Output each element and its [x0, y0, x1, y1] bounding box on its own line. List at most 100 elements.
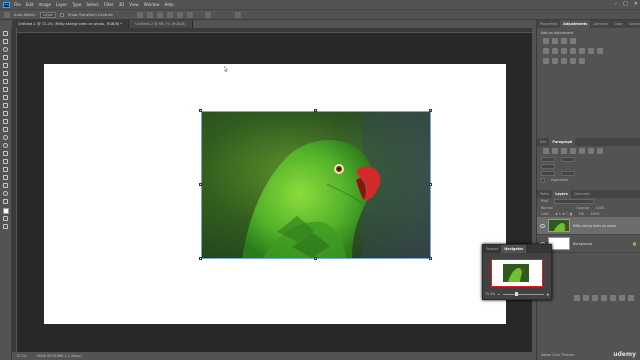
quick-mask-tool[interactable] — [2, 215, 9, 222]
minimize-icon[interactable]: – — [615, 1, 618, 7]
tab-paths[interactable]: Paths — [537, 190, 552, 198]
menu-view[interactable]: View — [129, 2, 139, 7]
dodge-tool[interactable] — [2, 142, 9, 149]
brush-tool[interactable] — [2, 94, 9, 101]
transform-handle-tl[interactable] — [199, 109, 202, 112]
screen-mode-tool[interactable] — [2, 223, 9, 230]
gradient-tool[interactable] — [2, 126, 9, 133]
layer-row[interactable]: Background 🔒 — [537, 235, 640, 253]
levels-icon[interactable] — [552, 38, 558, 44]
more-tools[interactable] — [2, 198, 9, 205]
selective-color-icon[interactable] — [579, 58, 585, 64]
tab-properties[interactable]: Properties — [537, 20, 560, 28]
tab-navigator[interactable]: Navigator — [501, 245, 527, 253]
hand-tool[interactable] — [2, 182, 9, 189]
blend-mode-dropdown[interactable]: Normal — [541, 206, 553, 210]
type-tool[interactable] — [2, 158, 9, 165]
frame-tool[interactable] — [2, 70, 9, 77]
indent-left-field[interactable] — [541, 157, 555, 162]
posterize-icon[interactable] — [552, 58, 558, 64]
justify-last-left-icon[interactable] — [570, 148, 576, 154]
invert-icon[interactable] — [543, 58, 549, 64]
adjustment-layer-icon[interactable] — [601, 295, 607, 301]
brightness-contrast-icon[interactable] — [543, 38, 549, 44]
menu-type[interactable]: Type — [72, 2, 81, 7]
document-area[interactable] — [12, 28, 532, 352]
tab-shapes[interactable]: Shapes — [483, 245, 501, 253]
menu-image[interactable]: Image — [38, 2, 51, 7]
transform-handle-br[interactable] — [429, 257, 432, 260]
new-layer-icon[interactable] — [619, 295, 625, 301]
lock-icons[interactable]: ▪ ✎ ✥ ⛶ 🔒 — [555, 212, 573, 216]
tab-untitled-2[interactable]: Untitled-2 @ 66.7% (RGB/8) — [129, 20, 193, 28]
align-top-icon[interactable] — [166, 11, 173, 18]
auto-select-label[interactable]: Auto-Select: — [14, 13, 36, 17]
mask-icon[interactable] — [592, 295, 598, 301]
move-tool-icon[interactable] — [4, 11, 10, 18]
menu-help[interactable]: Help — [164, 2, 173, 7]
transform-handle-tm[interactable] — [314, 109, 317, 112]
zoom-out-icon[interactable]: ▴ — [498, 292, 500, 296]
filter-icons[interactable] — [554, 199, 595, 204]
eraser-tool[interactable] — [2, 118, 9, 125]
vibrance-icon[interactable] — [543, 48, 549, 54]
menu-file[interactable]: File — [14, 2, 21, 7]
align-center-text-icon[interactable] — [552, 148, 558, 154]
distribute-icon[interactable] — [204, 11, 211, 18]
3d-mode-icon[interactable] — [234, 11, 241, 18]
move-tool[interactable] — [2, 30, 9, 37]
align-right-icon[interactable] — [156, 11, 163, 18]
justify-last-right-icon[interactable] — [588, 148, 594, 154]
menu-filter[interactable]: Filter — [104, 2, 114, 7]
tab-untitled-1[interactable]: Untitled-1 @ 72.2% (Milky taking birds o… — [12, 20, 130, 28]
tab-libraries[interactable]: Libraries — [590, 20, 611, 28]
align-left-icon[interactable] — [136, 11, 143, 18]
photo-filter-icon[interactable] — [579, 48, 585, 54]
quick-select-tool[interactable] — [2, 54, 9, 61]
lasso-tool[interactable] — [2, 46, 9, 53]
fill-value[interactable]: 100% — [590, 212, 599, 216]
close-icon[interactable]: ✕ — [634, 1, 638, 7]
path-select-tool[interactable] — [2, 166, 9, 173]
history-brush-tool[interactable] — [2, 110, 9, 117]
transform-checkbox[interactable] — [60, 12, 65, 17]
marquee-tool[interactable] — [2, 38, 9, 45]
curves-icon[interactable] — [561, 38, 567, 44]
tab-info[interactable]: Info — [537, 138, 549, 146]
crop-tool[interactable] — [2, 62, 9, 69]
space-before-field[interactable] — [541, 171, 555, 176]
gradient-map-icon[interactable] — [570, 58, 576, 64]
channel-mixer-icon[interactable] — [588, 48, 594, 54]
adobe-color-themes-tab[interactable]: Adobe Color Themes — [541, 353, 574, 357]
healing-tool[interactable] — [2, 86, 9, 93]
transform-handle-bm[interactable] — [314, 257, 317, 260]
tab-layers[interactable]: Layers — [552, 190, 571, 198]
layer-row[interactable]: Milky taking birds on photo — [537, 217, 640, 235]
vertical-ruler[interactable] — [12, 28, 17, 352]
stamp-tool[interactable] — [2, 102, 9, 109]
kind-filter-label[interactable]: Kind — [541, 199, 548, 204]
align-right-text-icon[interactable] — [561, 148, 567, 154]
exposure-icon[interactable] — [570, 38, 576, 44]
canvas[interactable] — [44, 64, 506, 324]
link-layers-icon[interactable] — [574, 295, 580, 301]
eyedropper-tool[interactable] — [2, 78, 9, 85]
tab-channels[interactable]: Channels — [571, 190, 593, 198]
align-center-icon[interactable] — [146, 11, 153, 18]
space-after-field[interactable] — [561, 171, 575, 176]
hue-saturation-icon[interactable] — [552, 48, 558, 54]
blur-tool[interactable] — [2, 134, 9, 141]
transform-handle-tr[interactable] — [429, 109, 432, 112]
visibility-eye-icon[interactable] — [540, 223, 545, 228]
pen-tool[interactable] — [2, 150, 9, 157]
menu-select[interactable]: Select — [86, 2, 98, 7]
shape-tool[interactable] — [2, 174, 9, 181]
tab-adjustments[interactable]: Adjustments — [560, 20, 591, 28]
menu-window[interactable]: Window — [144, 2, 160, 7]
hyphenate-checkbox[interactable] — [541, 178, 545, 183]
transform-handle-mr[interactable] — [429, 183, 432, 186]
document-info[interactable]: sRGB IEC61966-2.1 (8bpc) — [37, 354, 82, 358]
first-line-indent-field[interactable] — [541, 164, 555, 169]
justify-last-center-icon[interactable] — [579, 148, 585, 154]
color-lookup-icon[interactable] — [597, 48, 603, 54]
